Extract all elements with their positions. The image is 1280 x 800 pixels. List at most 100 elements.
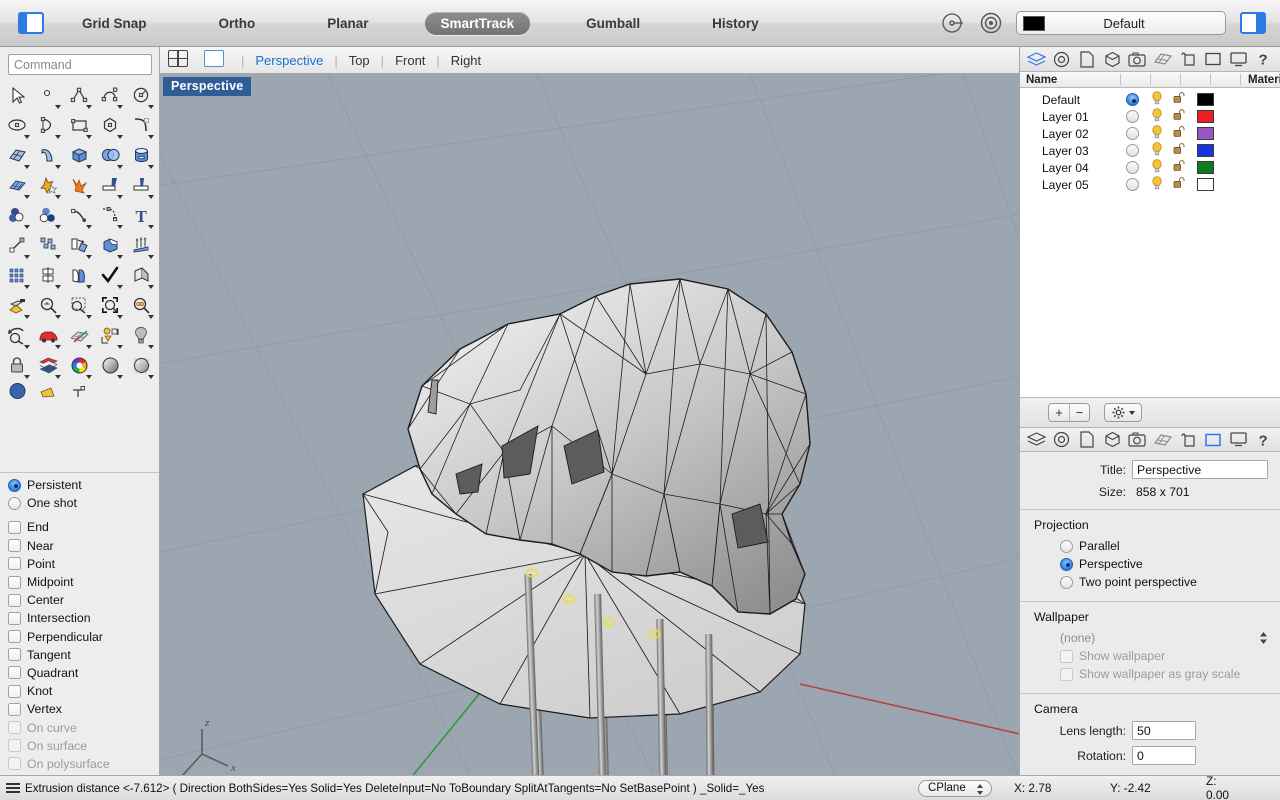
unlock-icon[interactable] [1172, 125, 1186, 142]
layer-color-swatch[interactable] [1197, 144, 1214, 157]
table-row[interactable]: Layer 04 [1020, 159, 1280, 176]
layer-name[interactable]: Default [1020, 93, 1118, 107]
persistent-radio[interactable] [8, 478, 21, 492]
single-view-layout-icon[interactable] [204, 50, 228, 70]
viewport-title-badge[interactable]: Perspective [163, 77, 252, 96]
polyline-icon[interactable] [64, 81, 95, 111]
perspective-radio[interactable] [1060, 557, 1073, 571]
camera-tab-icon[interactable] [1127, 49, 1147, 69]
text-icon[interactable]: T [126, 201, 157, 231]
layer-stack-icon[interactable] [33, 351, 64, 381]
parallel-radio[interactable] [1060, 539, 1073, 553]
toggle-history[interactable]: History [696, 12, 775, 35]
render-tab-icon[interactable] [1228, 49, 1248, 69]
layer-color-swatch[interactable] [1197, 127, 1214, 140]
select-objects-icon[interactable] [95, 321, 126, 351]
table-row[interactable]: Layer 02 [1020, 125, 1280, 142]
rotate-view-icon[interactable] [2, 321, 33, 351]
unlock-icon[interactable] [1172, 142, 1186, 159]
osnap-point[interactable]: Point [8, 555, 159, 573]
scale-icon[interactable] [2, 231, 33, 261]
camera-cone-icon[interactable] [33, 381, 64, 399]
camera-tab-icon[interactable] [1127, 430, 1147, 450]
one-shot-radio[interactable] [8, 496, 21, 510]
layer-current-radio[interactable] [1126, 110, 1139, 123]
shaded-view-icon[interactable] [95, 351, 126, 381]
stepper-icon[interactable] [1259, 630, 1268, 646]
surface-grid-icon[interactable] [2, 141, 33, 171]
surface-sweep-icon[interactable] [33, 141, 64, 171]
near-checkbox[interactable] [8, 539, 21, 553]
osnap-perpendicular[interactable]: Perpendicular [8, 628, 159, 646]
paint-bucket-icon[interactable] [2, 291, 33, 321]
layer-color-swatch[interactable] [1197, 110, 1214, 123]
add-layer-button[interactable]: + [1049, 404, 1069, 421]
projection-perspective[interactable]: Perspective [1060, 555, 1270, 573]
osnap-intersection[interactable]: Intersection [8, 609, 159, 627]
perpendicular-checkbox[interactable] [8, 630, 21, 644]
layer-name[interactable]: Layer 02 [1020, 127, 1118, 141]
ghosted-view-icon[interactable] [126, 351, 157, 381]
polygon-icon[interactable] [95, 111, 126, 141]
curve-icon[interactable] [95, 81, 126, 111]
osnap-knot[interactable]: Knot [8, 682, 159, 700]
circle-icon[interactable] [126, 81, 157, 111]
menu-icon[interactable] [6, 780, 20, 795]
projection-parallel[interactable]: Parallel [1060, 537, 1270, 555]
light-bulb-icon[interactable] [1150, 176, 1164, 193]
light-bulb-icon[interactable] [1150, 91, 1164, 108]
four-view-layout-icon[interactable] [168, 50, 192, 70]
toggle-ortho[interactable]: Ortho [203, 12, 272, 35]
cube-corner-icon[interactable] [95, 231, 126, 261]
layer-add-remove-segmented[interactable]: + − [1048, 403, 1090, 422]
osnap-near[interactable]: Near [8, 537, 159, 555]
extrude-icon[interactable] [95, 171, 126, 201]
color-wheel-icon[interactable] [64, 351, 95, 381]
zoom-window-icon[interactable] [64, 291, 95, 321]
boolean-difference-icon[interactable] [33, 201, 64, 231]
layer-current-radio[interactable] [1126, 127, 1139, 140]
toggle-gumball[interactable]: Gumball [570, 12, 656, 35]
table-row[interactable]: Layer 03 [1020, 142, 1280, 159]
print-tab-icon[interactable] [1178, 49, 1198, 69]
osnap-quadrant[interactable]: Quadrant [8, 664, 159, 682]
zoom-in-icon[interactable] [33, 291, 64, 321]
render-icon[interactable] [2, 381, 33, 399]
lens-length-input[interactable] [1132, 721, 1196, 740]
named-cplane-icon[interactable] [64, 381, 95, 399]
mesh-plane-icon[interactable] [2, 171, 33, 201]
object-snap-icon[interactable] [978, 10, 1004, 36]
bend-icon[interactable] [64, 261, 95, 291]
projection-two-point[interactable]: Two point perspective [1060, 573, 1270, 591]
cylinder-icon[interactable] [126, 141, 157, 171]
light-bulb-icon[interactable] [1150, 159, 1164, 176]
remove-layer-button[interactable]: − [1069, 404, 1089, 421]
help-tab-icon[interactable]: ? [1254, 430, 1274, 450]
layer-options-button[interactable] [1104, 403, 1142, 422]
layer-current-radio[interactable] [1126, 161, 1139, 174]
object-tab-icon[interactable] [1102, 430, 1122, 450]
osnap-midpoint[interactable]: Midpoint [8, 573, 159, 591]
material-tab-icon[interactable] [1152, 49, 1172, 69]
viewport-scene[interactable]: z x y [160, 74, 1019, 775]
extrude-straight-icon[interactable] [126, 171, 157, 201]
grid-array-icon[interactable] [2, 261, 33, 291]
point-checkbox[interactable] [8, 557, 21, 571]
light-bulb-icon[interactable] [126, 321, 157, 351]
toggle-grid-snap[interactable]: Grid Snap [66, 12, 163, 35]
osnap-mode-persistent[interactable]: Persistent [8, 476, 159, 494]
mesh-star-icon[interactable] [33, 171, 64, 201]
vertex-checkbox[interactable] [8, 702, 21, 716]
car-icon[interactable] [33, 321, 64, 351]
viewport-tab-right[interactable]: Right [449, 53, 483, 68]
toggle-planar[interactable]: Planar [311, 12, 384, 35]
explode-icon[interactable] [64, 171, 95, 201]
check-icon[interactable] [95, 261, 126, 291]
end-checkbox[interactable] [8, 520, 21, 534]
table-row[interactable]: Layer 01 [1020, 108, 1280, 125]
cplane-selector[interactable]: CPlane [918, 779, 992, 797]
object-tab-icon[interactable] [1102, 49, 1122, 69]
layers-tab-icon[interactable] [1026, 49, 1046, 69]
light-bulb-icon[interactable] [1150, 142, 1164, 159]
document-tab-icon[interactable] [1077, 49, 1097, 69]
